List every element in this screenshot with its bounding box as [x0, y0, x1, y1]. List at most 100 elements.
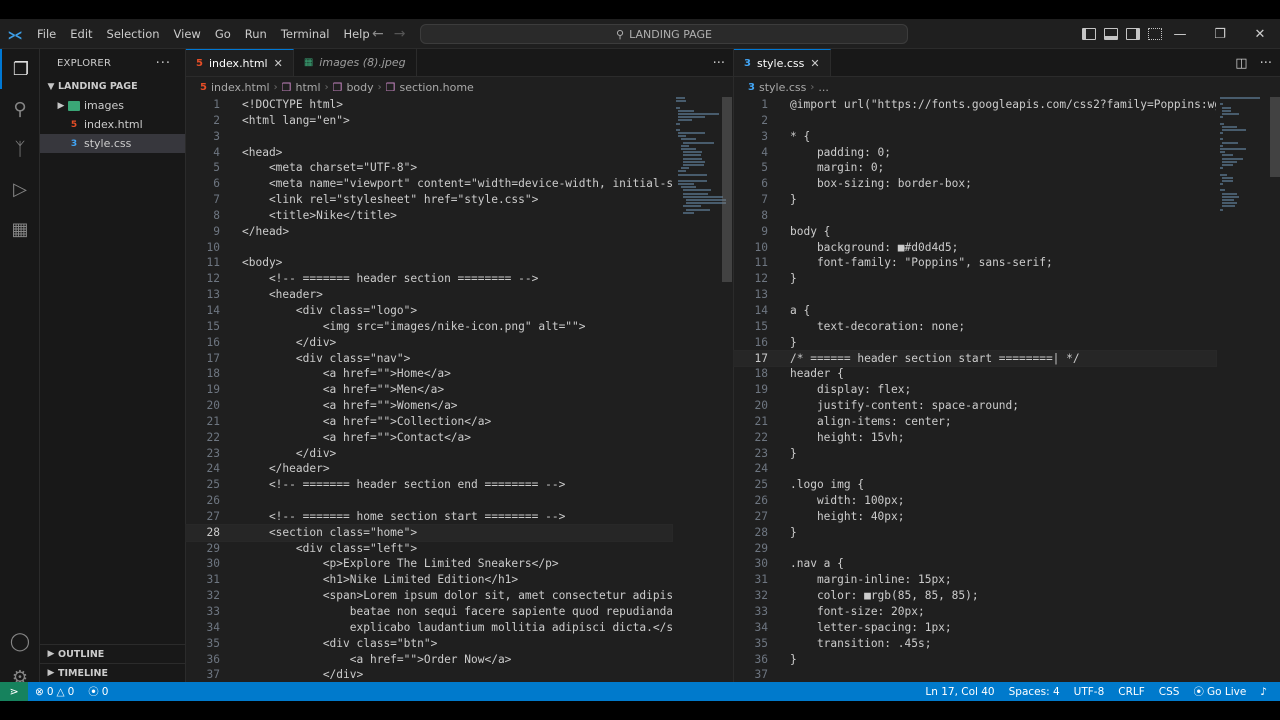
- code-line[interactable]: 9 body {: [734, 224, 1216, 240]
- code-line[interactable]: 34 letter-spacing: 1px;: [734, 620, 1216, 636]
- more-actions-icon[interactable]: ···: [156, 56, 171, 71]
- encoding[interactable]: UTF-8: [1067, 686, 1112, 698]
- toggle-primary-sidebar-icon[interactable]: [1082, 28, 1096, 40]
- code-line[interactable]: 23 </div>: [186, 446, 672, 462]
- code-line[interactable]: 37 </div>: [186, 667, 672, 683]
- notifications-bell-icon[interactable]: ♪: [1253, 686, 1274, 698]
- breadcrumb-item[interactable]: style.css: [759, 81, 806, 94]
- code-line[interactable]: 26 width: 100px;: [734, 493, 1216, 509]
- code-line[interactable]: 11 <body>: [186, 255, 672, 271]
- code-line[interactable]: 1 <!DOCTYPE html>: [186, 97, 672, 113]
- menu-file[interactable]: File: [30, 19, 63, 49]
- code-line[interactable]: 1 @import url("https://fonts.googleapis.c…: [734, 97, 1216, 113]
- split-editor-icon[interactable]: ◫: [1235, 56, 1247, 71]
- code-line[interactable]: 8: [734, 208, 1216, 224]
- more-actions-icon[interactable]: ···: [1260, 56, 1272, 71]
- code-line[interactable]: 23}: [734, 446, 1216, 462]
- toggle-panel-icon[interactable]: [1104, 28, 1118, 40]
- breadcrumb-item[interactable]: section.home: [400, 81, 474, 94]
- code-line[interactable]: 7}: [734, 192, 1216, 208]
- breadcrumb-item[interactable]: index.html: [211, 81, 270, 94]
- vertical-scrollbar[interactable]: [722, 97, 732, 282]
- vertical-scrollbar[interactable]: [1270, 97, 1280, 177]
- code-line[interactable]: 6 <meta name="viewport" content="width=d…: [186, 176, 672, 192]
- code-line[interactable]: 28}: [734, 525, 1216, 541]
- code-line[interactable]: 2: [734, 113, 1216, 129]
- code-line[interactable]: 7 <link rel="stylesheet" href="style.css…: [186, 192, 672, 208]
- breadcrumb-item[interactable]: ...: [818, 81, 829, 94]
- code-line[interactable]: 36}: [734, 652, 1216, 668]
- code-line[interactable]: 13: [734, 287, 1216, 303]
- menu-go[interactable]: Go: [208, 19, 238, 49]
- code-line[interactable]: 35 transition: .45s;: [734, 636, 1216, 652]
- indentation[interactable]: Spaces: 4: [1002, 686, 1067, 698]
- code-editor-right[interactable]: 1 @import url("https://fonts.googleapis.c…: [733, 97, 1217, 683]
- code-line[interactable]: 20 justify-content: space-around;: [734, 398, 1216, 414]
- code-line[interactable]: 22 <a href="">Contact</a>: [186, 430, 672, 446]
- code-line[interactable]: 30 .nav a {: [734, 556, 1216, 572]
- code-line[interactable]: 4 <head>: [186, 145, 672, 161]
- menu-help[interactable]: Help: [336, 19, 376, 49]
- breadcrumb-item[interactable]: body: [346, 81, 373, 94]
- menu-view[interactable]: View: [167, 19, 208, 49]
- code-line[interactable]: 14 a {: [734, 303, 1216, 319]
- close-icon[interactable]: ✕: [1240, 19, 1280, 49]
- tab-index-html[interactable]: 5 index.html ✕: [186, 49, 294, 76]
- code-line[interactable]: 21 align-items: center;: [734, 414, 1216, 430]
- code-line[interactable]: 17 /* ====== header section start =======…: [733, 349, 1217, 368]
- menu-terminal[interactable]: Terminal: [274, 19, 337, 49]
- more-actions-icon[interactable]: ···: [713, 56, 725, 71]
- code-line[interactable]: 5 <meta charset="UTF-8">: [186, 160, 672, 176]
- code-line[interactable]: 21 <a href="">Collection</a>: [186, 414, 672, 430]
- code-line[interactable]: 32 <span>Lorem ipsum dolor sit, amet con…: [186, 588, 672, 604]
- code-editor-left[interactable]: 1 <!DOCTYPE html> 2 <html lang="en"> 3 4 <head…: [185, 97, 673, 683]
- code-line[interactable]: 26: [186, 493, 672, 509]
- tab-style-css[interactable]: 3 style.css ✕: [734, 49, 831, 76]
- tab-images-jpeg[interactable]: ▦ images (8).jpeg: [294, 49, 417, 76]
- code-line[interactable]: 27 height: 40px;: [734, 509, 1216, 525]
- tree-item-images[interactable]: ▶ images: [40, 96, 185, 115]
- tree-item-index-html[interactable]: 5 index.html: [40, 115, 185, 134]
- code-line[interactable]: 15 <img src="images/nike-icon.png" alt="…: [186, 319, 672, 335]
- remote-icon[interactable]: ⋗: [0, 682, 28, 701]
- code-line[interactable]: 8 <title>Nike</title>: [186, 208, 672, 224]
- code-line[interactable]: 37: [734, 667, 1216, 683]
- back-arrow-icon[interactable]: ←: [372, 26, 384, 42]
- code-line[interactable]: 18 <a href="">Home</a>: [186, 366, 672, 382]
- code-line[interactable]: 25 .logo img {: [734, 477, 1216, 493]
- code-line[interactable]: 10: [186, 240, 672, 256]
- code-line[interactable]: 31 margin-inline: 15px;: [734, 572, 1216, 588]
- accounts-icon[interactable]: ◯: [0, 621, 40, 661]
- code-line[interactable]: 16}: [734, 335, 1216, 351]
- code-line[interactable]: 20 <a href="">Women</a>: [186, 398, 672, 414]
- menu-edit[interactable]: Edit: [63, 19, 99, 49]
- restore-icon[interactable]: ❐: [1200, 19, 1240, 49]
- toggle-secondary-sidebar-icon[interactable]: [1126, 28, 1140, 40]
- timeline-section[interactable]: ▶ TIMELINE: [40, 663, 186, 682]
- code-line[interactable]: 27 <!-- ======= home section start =====…: [186, 509, 672, 525]
- code-line[interactable]: 5 margin: 0;: [734, 160, 1216, 176]
- code-line[interactable]: 19 display: flex;: [734, 382, 1216, 398]
- close-tab-icon[interactable]: ✕: [274, 57, 283, 70]
- code-line[interactable]: 19 <a href="">Men</a>: [186, 382, 672, 398]
- outline-section[interactable]: ▶ OUTLINE: [40, 644, 186, 663]
- minimap-right[interactable]: [1220, 97, 1272, 247]
- code-line[interactable]: 9 </head>: [186, 224, 672, 240]
- code-line[interactable]: 15 text-decoration: none;: [734, 319, 1216, 335]
- go-live-button[interactable]: ⦿ Go Live: [1186, 684, 1253, 699]
- code-line[interactable]: 6 box-sizing: border-box;: [734, 176, 1216, 192]
- code-line[interactable]: 3: [186, 129, 672, 145]
- code-line[interactable]: 30 <p>Explore The Limited Sneakers</p>: [186, 556, 672, 572]
- run-debug-icon[interactable]: ▷: [0, 169, 40, 209]
- code-line[interactable]: 24: [734, 461, 1216, 477]
- language-mode[interactable]: CSS: [1152, 686, 1187, 698]
- minimap-left[interactable]: [676, 97, 728, 247]
- line-ending[interactable]: CRLF: [1111, 686, 1152, 698]
- problems-indicator[interactable]: ⊗ 0 △ 0: [28, 686, 81, 698]
- code-line[interactable]: 13 <header>: [186, 287, 672, 303]
- breadcrumb-item[interactable]: html: [296, 81, 321, 94]
- code-line[interactable]: 14 <div class="logo">: [186, 303, 672, 319]
- code-line[interactable]: 2 <html lang="en">: [186, 113, 672, 129]
- cursor-position[interactable]: Ln 17, Col 40: [918, 686, 1001, 698]
- code-line[interactable]: 10 background: ■#d0d4d5;: [734, 240, 1216, 256]
